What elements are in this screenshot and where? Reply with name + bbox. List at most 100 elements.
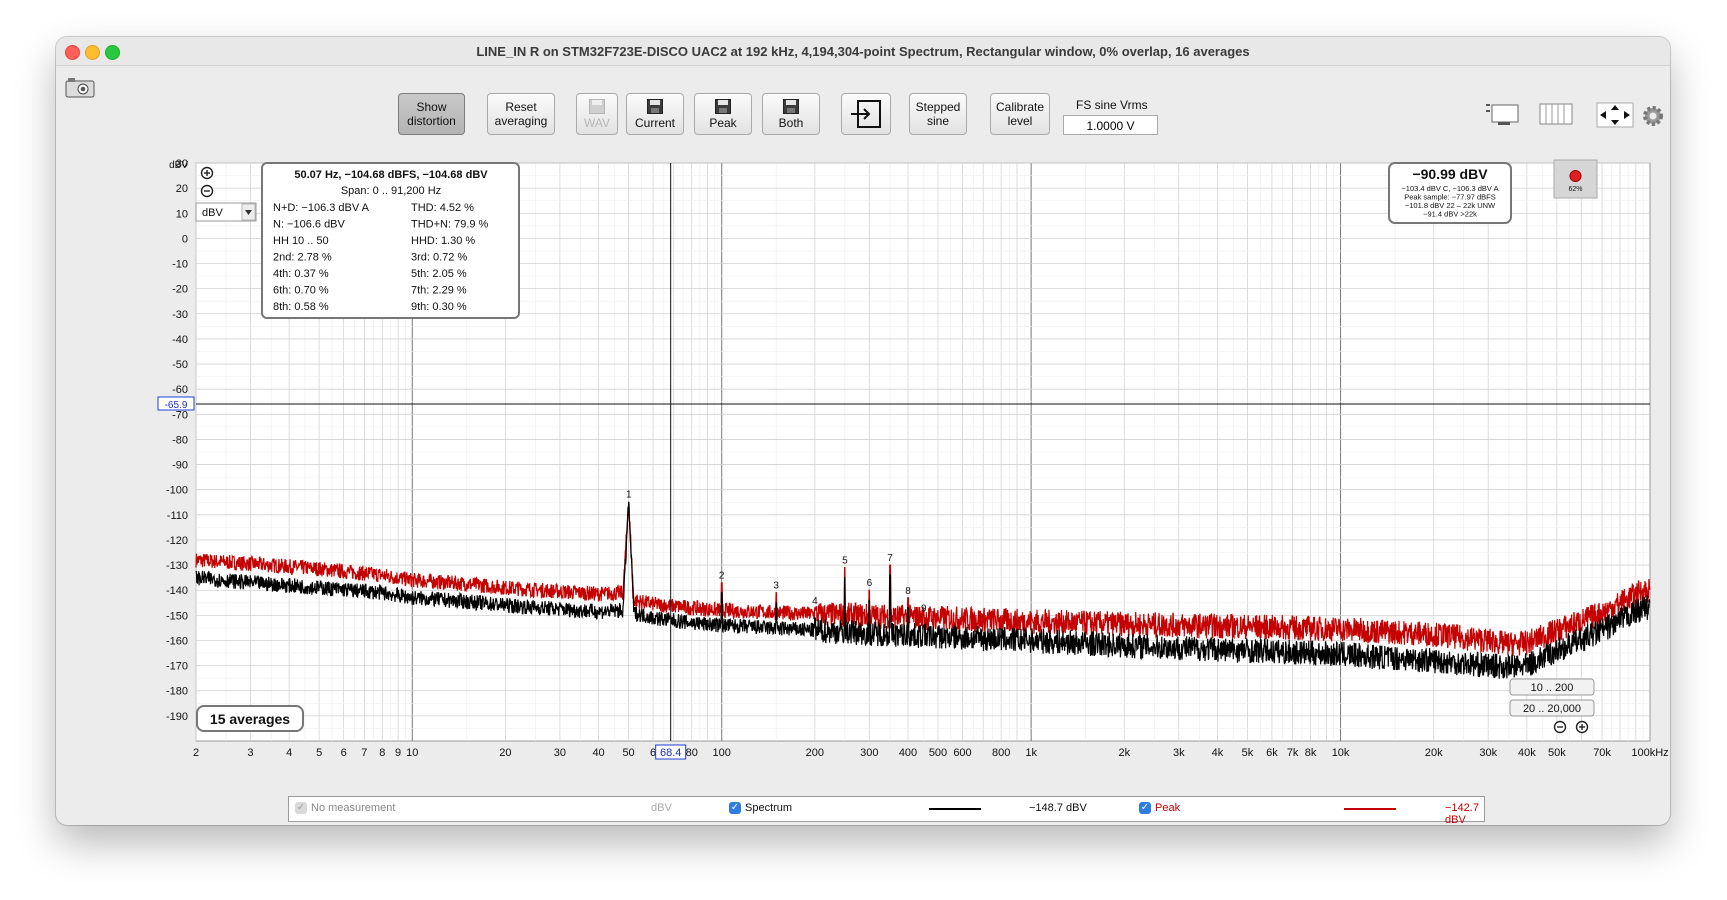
import-button[interactable] [841,93,891,135]
x-tick-label: 800 [992,747,1010,759]
move-arrows-icon[interactable] [1596,102,1634,128]
y-tick-label: -40 [172,334,188,346]
y-tick-label: 0 [182,233,188,245]
y-tick-label: -170 [166,661,188,673]
x-tick-label: 10 [406,747,418,759]
legend-unit-label: dBV [651,802,672,814]
harmonic-label: 1 [626,489,632,500]
peak-checkbox[interactable]: ✓ [1139,802,1151,814]
toolbar: Show distortion Reset averaging WAV Curr… [56,66,1670,158]
calibrate-level-button[interactable]: Calibrate level [990,93,1050,135]
range-10-200-label: 10 .. 200 [1531,682,1574,694]
no-measurement-label: No measurement [311,802,396,814]
spectrum-plot[interactable]: 3020100-10-20-30-40-50-60-70-80-90-100-1… [155,159,1670,777]
x-tick-label: 7 [361,747,367,759]
harmonic-label: 2 [719,571,725,582]
peak-legend-value: −142.7 dBV [1445,802,1479,825]
x-tick-label: 100kHz [1631,747,1668,759]
x-tick-label: 10k [1332,747,1350,759]
save-both-button[interactable]: Both [762,93,820,135]
harmonic-label: 8 [905,586,911,597]
no-measurement-checkbox[interactable]: ✓ [295,802,307,814]
cursor-x-readout: 68.4 [660,747,681,759]
fs-sine-vrms-label: FS sine Vrms [1076,98,1148,112]
info-left-value: 2nd: 2.78 % [273,252,332,264]
y-tick-label: -70 [172,409,188,421]
y-axis-unit-label: dBV [169,160,188,171]
save-disk-icon [589,99,605,114]
x-tick-label: 2k [1118,747,1130,759]
x-tick-label: 500 [929,747,947,759]
legend-bar: ✓ No measurement dBV ✓ Spectrum −148.7 d… [288,796,1485,825]
show-distortion-label: Show distortion [407,100,456,128]
stepped-sine-label: Stepped sine [915,100,961,128]
save-disk-icon [647,99,663,114]
save-peak-button[interactable]: Peak [694,93,752,135]
reset-averaging-button[interactable]: Reset averaging [487,93,555,135]
y-tick-label: -160 [166,635,188,647]
x-tick-label: 7k [1287,747,1299,759]
unit-select-value: dBV [202,207,223,219]
y-tick-label: -80 [172,434,188,446]
info-right-value: 7th: 2.29 % [411,285,467,297]
info-right-value: 9th: 0.30 % [411,301,467,313]
layout-icon[interactable] [1484,102,1522,126]
save-disk-icon [783,99,799,114]
level-detail: −91.4 dBV >22k [1423,210,1477,219]
import-icon [851,100,881,128]
x-tick-label: 50 [622,747,634,759]
spectrum-checkbox[interactable]: ✓ [729,802,741,814]
info-right-value: HHD: 1.30 % [411,235,475,247]
cursor-y-readout: -65.9 [165,400,188,411]
save-disk-icon [715,99,731,114]
x-tick-label: 20k [1425,747,1443,759]
x-tick-label: 8k [1305,747,1317,759]
info-left-value: 6th: 0.70 % [273,285,329,297]
show-distortion-button[interactable]: Show distortion [398,93,465,135]
y-tick-label: -10 [172,259,188,271]
harmonic-label: 4 [812,596,818,607]
gear-icon[interactable] [1641,104,1665,128]
x-tick-label: 4k [1212,747,1224,759]
record-percentage: 62% [1568,186,1582,193]
x-tick-label: 600 [953,747,971,759]
harmonic-label: 9 [921,603,927,614]
window-title: LINE_IN R on STM32F723E-DISCO UAC2 at 19… [476,44,1250,59]
info-left-value: N+D: −106.3 dBV A [273,202,370,214]
x-tick-label: 6 [341,747,347,759]
columns-icon[interactable] [1539,102,1573,126]
x-tick-label: 6k [1266,747,1278,759]
stepped-sine-button[interactable]: Stepped sine [909,93,967,135]
x-tick-label: 3k [1173,747,1185,759]
save-current-button[interactable]: Current [626,93,684,135]
x-tick-label: 80 [686,747,698,759]
app-window: LINE_IN R on STM32F723E-DISCO UAC2 at 19… [56,37,1670,825]
fs-sine-vrms-input[interactable]: 1.0000 V [1063,115,1158,135]
harmonic-label: 6 [867,578,873,589]
both-label: Both [778,116,804,130]
x-tick-label: 5k [1242,747,1254,759]
y-tick-label: -120 [166,535,188,547]
x-tick-label: 2 [193,747,199,759]
level-main: −90.99 dBV [1412,166,1488,182]
info-left-value: N: −106.6 dBV [273,219,346,231]
x-tick-label: 400 [899,747,917,759]
x-tick-label: 30 [554,747,566,759]
info-right-value: 5th: 2.05 % [411,268,467,280]
info-left-value: HH 10 .. 50 [273,235,329,247]
camera-icon[interactable] [64,76,96,98]
info-right-value: 3rd: 0.72 % [411,252,467,264]
y-tick-label: -50 [172,359,188,371]
y-tick-label: -110 [167,510,188,522]
info-right-value: THD+N: 79.9 % [411,219,489,231]
y-tick-label: -150 [166,610,188,622]
harmonic-label: 5 [842,556,848,567]
x-tick-label: 4 [286,747,292,759]
y-tick-label: -140 [166,585,188,597]
x-tick-label: 1k [1025,747,1037,759]
harmonic-label: 3 [773,581,779,592]
wav-button[interactable]: WAV [576,93,618,135]
harmonic-label: 7 [887,553,893,564]
spectrum-legend-value: −148.7 dBV [1029,802,1087,814]
spectrum-legend-label: Spectrum [745,802,793,814]
